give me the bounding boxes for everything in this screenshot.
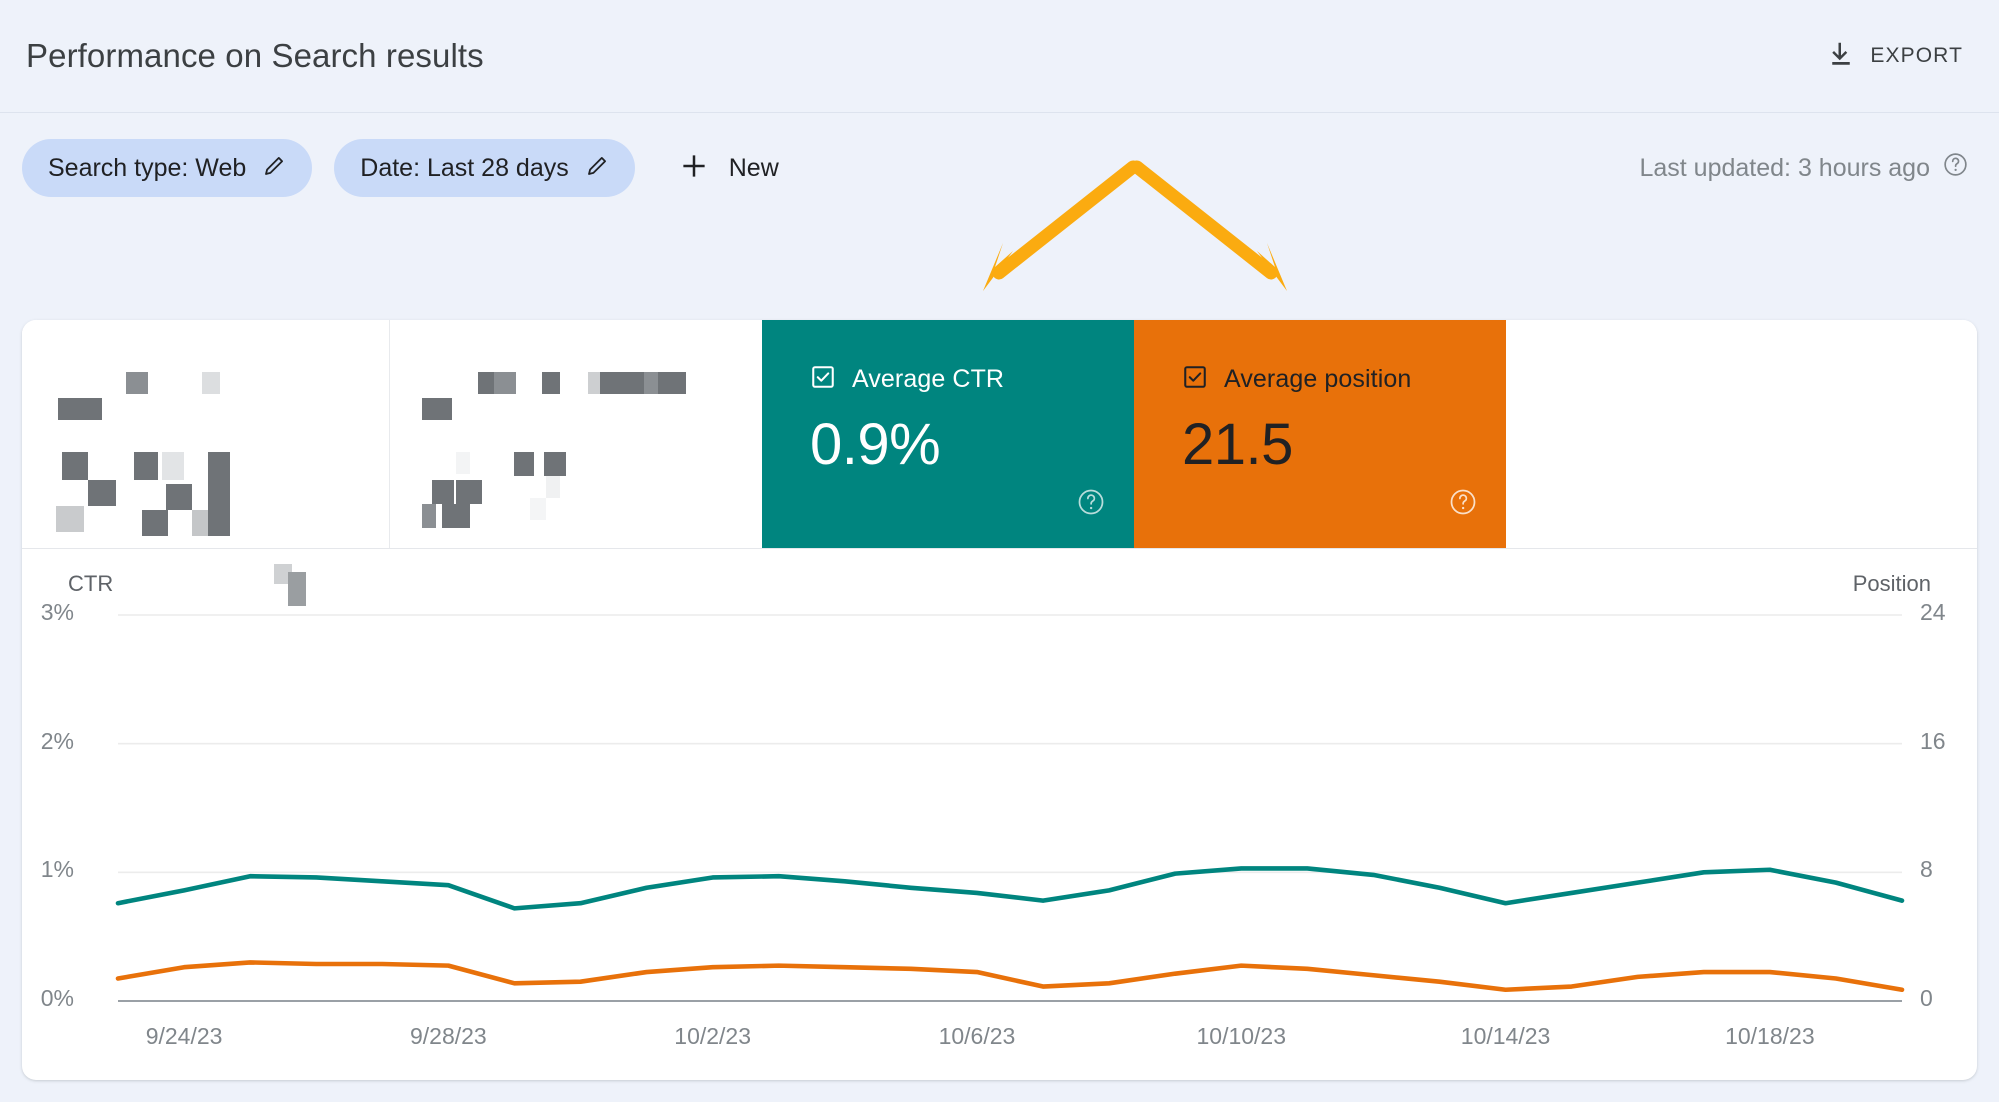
checkbox-checked-icon[interactable] [810, 364, 836, 395]
x-axis-tick: 10/10/23 [1196, 1023, 1287, 1049]
metric-tile-redacted-2[interactable] [390, 320, 762, 548]
help-circle-icon[interactable] [1076, 487, 1106, 522]
last-updated-label: Last updated: 3 hours ago [1639, 153, 1930, 182]
metric-value: 21.5 [1182, 412, 1293, 477]
chart-line-average-ctr [115, 866, 1905, 911]
download-icon [1826, 39, 1856, 74]
x-axis-tick: 9/24/23 [145, 1023, 223, 1049]
chart-line-average-position [115, 960, 1905, 993]
filter-chip-search-type-label: Search type: Web [48, 153, 247, 182]
y-axis-tick-right: 8 [1920, 856, 1933, 883]
export-label: EXPORT [1870, 44, 1963, 67]
pencil-icon [585, 154, 609, 183]
y-axis-tick-right: 24 [1920, 599, 1946, 625]
metric-head: Average position [1182, 364, 1506, 395]
metric-tiles-row: Average CTR 0.9% Average position 21.5 [22, 320, 1977, 606]
metric-tile-average-position[interactable]: Average position 21.5 [1134, 320, 1506, 548]
x-axis-tick: 10/18/23 [1725, 1023, 1815, 1049]
y-axis-tick-right: 16 [1920, 727, 1946, 754]
y-axis-tick-left: 1% [40, 856, 74, 883]
y-axis-tick-left: 2% [40, 727, 74, 754]
metric-head: Average CTR [810, 364, 1134, 395]
help-circle-icon[interactable] [1942, 151, 1969, 185]
performance-card: Average CTR 0.9% Average position 21.5 C… [22, 320, 1977, 1080]
filter-chip-date[interactable]: Date: Last 28 days [334, 139, 635, 197]
checkbox-checked-icon[interactable] [1182, 364, 1208, 395]
y-axis-tick-right: 0 [1920, 985, 1933, 1011]
x-axis-tick: 10/6/23 [938, 1023, 1016, 1049]
y-axis-tick-left: 3% [40, 599, 74, 625]
metric-tile-redacted-1[interactable] [22, 320, 390, 606]
plus-icon [679, 151, 709, 186]
pencil-icon [262, 154, 286, 183]
export-button[interactable]: EXPORT [1816, 31, 1973, 82]
help-circle-icon[interactable] [1448, 487, 1478, 522]
metric-tile-average-ctr[interactable]: Average CTR 0.9% [762, 320, 1134, 548]
metric-value: 0.9% [810, 412, 941, 477]
chart-plot [115, 614, 1905, 1002]
performance-chart: CTR Position 0% 0 1% 8 2% 16 3% 24 9/24/23 9/28/2… [22, 549, 1977, 1080]
metric-name: Average position [1224, 365, 1412, 393]
metric-tile-empty [1506, 320, 1977, 548]
y-axis-tick-left: 0% [40, 985, 74, 1011]
page-header: Performance on Search results EXPORT [0, 0, 1999, 113]
filter-chip-search-type[interactable]: Search type: Web [22, 139, 313, 197]
page-title: Performance on Search results [26, 37, 484, 74]
new-filter-button[interactable]: New [657, 139, 801, 197]
x-axis-tick: 10/14/23 [1460, 1023, 1551, 1049]
metric-name: Average CTR [852, 365, 1005, 393]
x-axis-tick: 9/28/23 [409, 1023, 487, 1049]
last-updated: Last updated: 3 hours ago [1639, 151, 1977, 185]
new-filter-label: New [728, 153, 779, 182]
x-axis-tick: 10/2/23 [674, 1023, 752, 1049]
filter-bar: Search type: Web Date: Last 28 days New … [0, 113, 1999, 223]
filter-chip-date-label: Date: Last 28 days [360, 153, 569, 182]
